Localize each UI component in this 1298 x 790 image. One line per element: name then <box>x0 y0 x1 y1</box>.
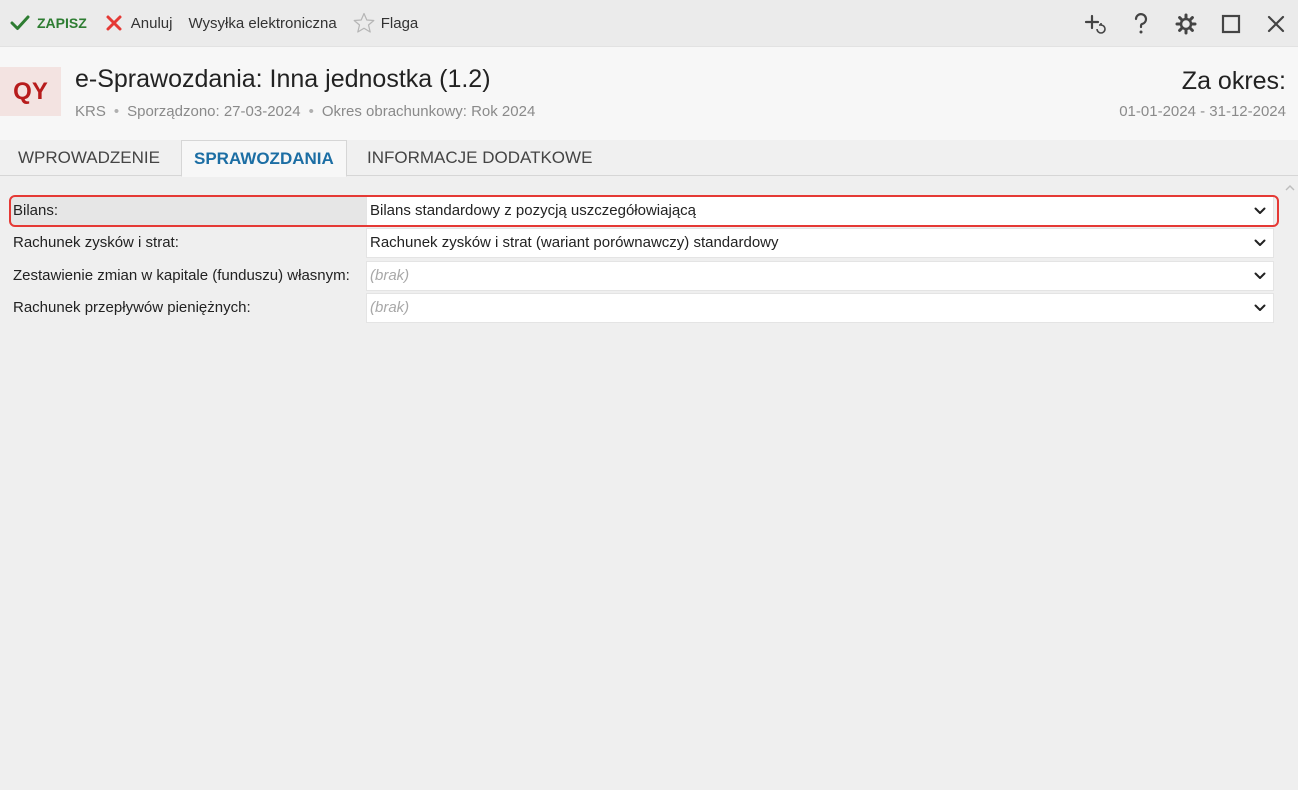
document-meta: KRS • Sporządzono: 27-03-2024 • Okres obrach… <box>75 103 535 120</box>
form-row-zestawienie-zmian: Zestawienie zmian w kapitale (funduszu) … <box>0 261 1298 291</box>
page-title: e-Sprawozdania: Inna jednostka (1.2) <box>75 65 491 93</box>
rachunek-zyskow-value: Rachunek zysków i strat (wariant porówna… <box>370 234 779 251</box>
separator-dot: • <box>113 103 120 120</box>
bilans-label: Bilans: <box>13 202 59 219</box>
save-label: ZAPISZ <box>37 15 87 31</box>
tab-sprawozdania[interactable]: SPRAWOZDANIA <box>181 140 347 177</box>
tab-informacje-dodatkowe[interactable]: INFORMACJE DODATKOWE <box>367 140 592 176</box>
chevron-down-icon <box>1254 239 1266 246</box>
electronic-send-button[interactable]: Wysyłka elektroniczna <box>188 0 336 47</box>
zestawienie-zmian-label: Zestawienie zmian w kapitale (funduszu) … <box>13 267 350 284</box>
form-row-bilans: Bilans: Bilans standardowy z pozycją usz… <box>0 196 1298 226</box>
add-list-icon[interactable] <box>1084 12 1108 36</box>
maximize-icon[interactable] <box>1219 12 1243 36</box>
bilans-select[interactable]: Bilans standardowy z pozycją uszczegółow… <box>366 196 1274 226</box>
przeplywy-label: Rachunek przepływów pieniężnych: <box>13 299 251 316</box>
chevron-down-icon <box>1254 207 1266 214</box>
scroll-up-icon[interactable] <box>1284 181 1296 193</box>
toolbar: ZAPISZ Anuluj Wysyłka elektroniczna Flag… <box>0 0 1298 47</box>
chevron-down-icon <box>1254 304 1266 311</box>
zestawienie-zmian-value: (brak) <box>370 267 410 284</box>
logo: QY <box>0 67 61 116</box>
period-label: Za okres: <box>1181 67 1286 95</box>
flag-button[interactable]: Flaga <box>353 0 419 47</box>
save-button[interactable]: ZAPISZ <box>9 0 87 47</box>
rachunek-zyskow-select[interactable]: Rachunek zysków i strat (wariant porówna… <box>366 228 1274 258</box>
tab-bar: WPROWADZENIE SPRAWOZDANIA INFORMACJE DOD… <box>0 140 1298 177</box>
window-controls <box>1063 0 1288 47</box>
chevron-down-icon <box>1254 272 1266 279</box>
send-label: Wysyłka elektroniczna <box>188 14 337 32</box>
cancel-label: Anuluj <box>130 14 173 32</box>
fiscal-period: Okres obrachunkowy: Rok 2024 <box>321 103 536 120</box>
period-value: 01-01-2024 - 31-12-2024 <box>1119 103 1286 120</box>
form-row-rachunek-zyskow: Rachunek zysków i strat: Rachunek zysków… <box>0 228 1298 258</box>
check-icon <box>9 12 31 34</box>
rachunek-zyskow-label: Rachunek zysków i strat: <box>13 234 179 251</box>
przeplywy-select[interactable]: (brak) <box>366 293 1274 323</box>
help-icon[interactable] <box>1129 12 1153 36</box>
prepared-date: Sporządzono: 27-03-2024 <box>127 103 301 120</box>
star-icon <box>353 12 375 34</box>
cancel-button[interactable]: Anuluj <box>103 0 173 47</box>
separator-dot: • <box>308 103 314 120</box>
registry-label: KRS <box>75 103 106 120</box>
bilans-value: Bilans standardowy z pozycją uszczegółow… <box>370 202 697 219</box>
close-x-icon <box>103 12 125 34</box>
form-row-przeplywy: Rachunek przepływów pieniężnych: (brak) <box>0 293 1298 323</box>
flag-label: Flaga <box>380 14 419 32</box>
zestawienie-zmian-select[interactable]: (brak) <box>366 261 1274 291</box>
document-header: QY e-Sprawozdania: Inna jednostka (1.2) … <box>0 47 1298 140</box>
gear-icon[interactable] <box>1174 12 1198 36</box>
close-window-icon[interactable] <box>1264 12 1288 36</box>
tab-wprowadzenie[interactable]: WPROWADZENIE <box>18 140 160 176</box>
przeplywy-value: (brak) <box>370 299 410 316</box>
